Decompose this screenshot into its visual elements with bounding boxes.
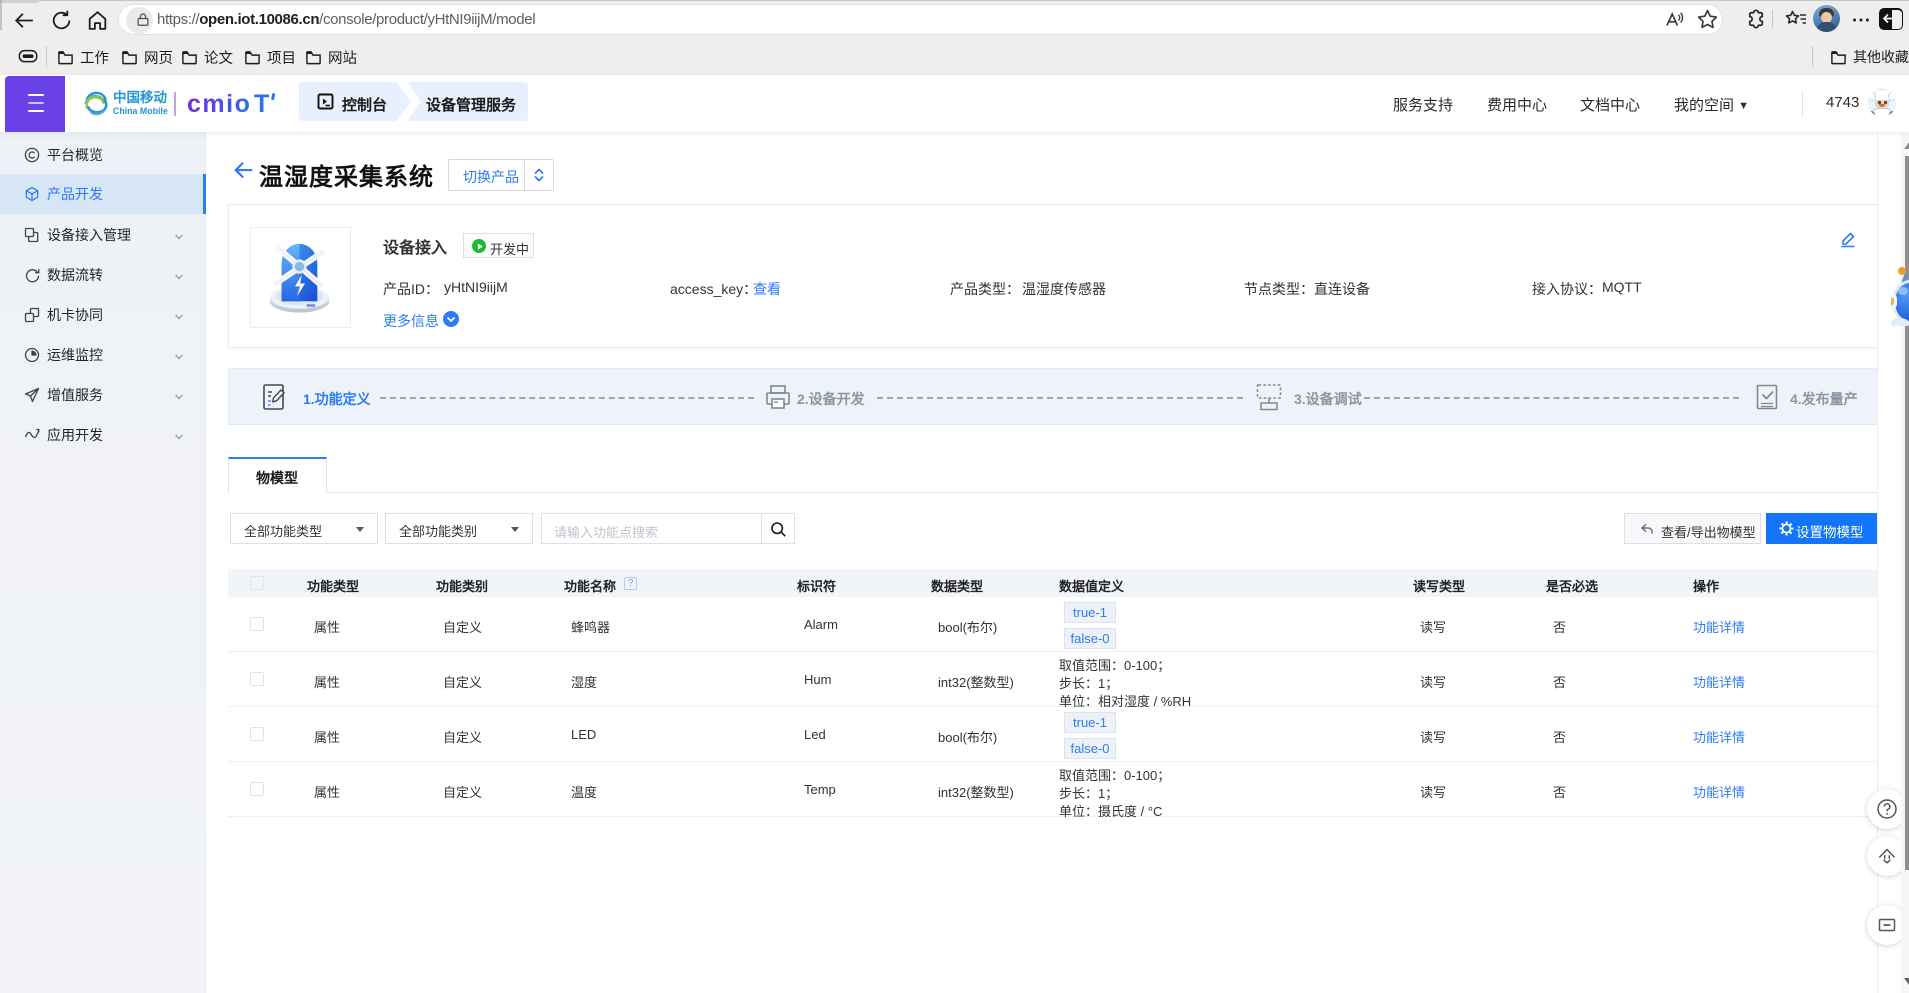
svg-text:中国移动: 中国移动	[113, 89, 167, 105]
svg-text:cmio: cmio	[187, 90, 251, 118]
svg-text:T: T	[254, 90, 269, 118]
svg-text:China Mobile: China Mobile	[113, 106, 168, 116]
